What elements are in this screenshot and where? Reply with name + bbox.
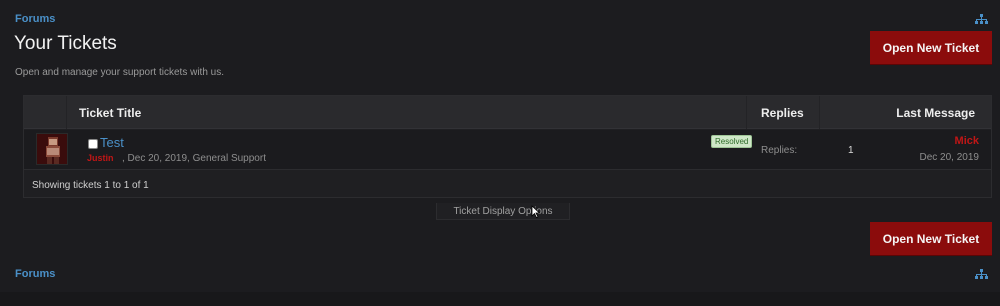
pagination-summary: Showing tickets 1 to 1 of 1: [32, 180, 149, 191]
ticket-display-options-toggle[interactable]: Ticket Display Options: [436, 203, 570, 220]
sitemap-icon[interactable]: [975, 269, 988, 280]
breadcrumb-forums-bottom[interactable]: Forums: [15, 268, 55, 280]
footer-strip: [0, 292, 1000, 306]
open-new-ticket-button[interactable]: Open New Ticket: [870, 31, 992, 64]
table-row: Test Justin , Dec 20, 2019, General Supp…: [24, 130, 991, 170]
breadcrumb-forums-top[interactable]: Forums: [15, 13, 55, 25]
open-new-ticket-button-bottom[interactable]: Open New Ticket: [870, 222, 992, 255]
ticket-author-link[interactable]: Justin: [87, 153, 114, 163]
last-message-user-link[interactable]: Mick: [955, 135, 979, 147]
mouse-cursor-icon: [531, 205, 541, 218]
status-badge: Resolved: [711, 135, 753, 148]
ticket-title-link[interactable]: Test: [100, 135, 124, 150]
replies-count: 1: [848, 145, 854, 156]
ticket-meta: , Dec 20, 2019, General Support: [122, 153, 266, 164]
page-title: Your Tickets: [14, 33, 117, 54]
column-header-replies[interactable]: Replies: [761, 106, 804, 120]
page-description: Open and manage your support tickets wit…: [15, 67, 225, 78]
avatar-figure-icon: [37, 134, 67, 164]
header-separator: [819, 96, 820, 129]
last-message-date[interactable]: Dec 20, 2019: [920, 152, 980, 163]
ticket-list: Ticket Title Replies Last Message Test J…: [23, 95, 992, 198]
ticket-select-checkbox[interactable]: [88, 139, 98, 149]
header-separator: [746, 96, 747, 129]
column-header-last-message[interactable]: Last Message: [896, 106, 975, 120]
header-separator: [66, 96, 67, 129]
ticket-list-header: Ticket Title Replies Last Message: [24, 96, 991, 129]
avatar[interactable]: [36, 133, 68, 165]
replies-label: Replies:: [761, 145, 798, 156]
sitemap-icon[interactable]: [975, 14, 988, 25]
column-header-ticket-title[interactable]: Ticket Title: [79, 106, 141, 120]
